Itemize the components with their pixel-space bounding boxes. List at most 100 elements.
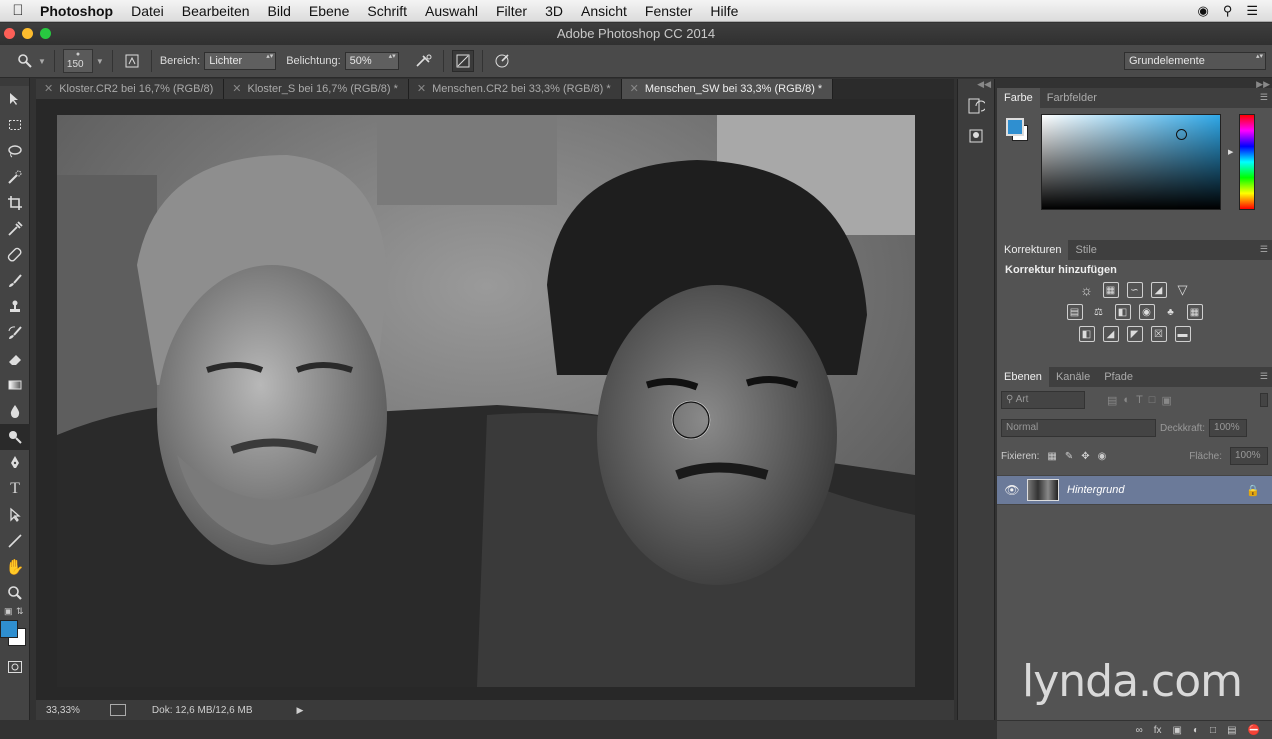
path-selection-tool-icon[interactable] [0,502,30,528]
menu-schrift[interactable]: Schrift [358,3,416,19]
tab-stile[interactable]: Stile [1068,240,1103,260]
photo-filter-icon[interactable]: ◉ [1138,304,1155,320]
new-layer-icon[interactable]: ▤ [1227,725,1236,736]
pen-tool-icon[interactable] [0,450,30,476]
doc-tab-menschen-sw[interactable]: ✕ Menschen_SW bei 33,3% (RGB/8) * [621,79,834,99]
history-brush-tool-icon[interactable] [0,320,30,346]
curves-icon[interactable]: ∽ [1126,282,1143,298]
fill-field[interactable]: 100% [1230,447,1268,465]
notification-list-icon[interactable]: ☰ [1246,3,1258,19]
marquee-tool-icon[interactable] [0,112,30,138]
move-tool-icon[interactable] [0,86,30,112]
lock-transparent-icon[interactable]: ▦ [1047,451,1056,462]
layer-style-icon[interactable]: fx [1154,725,1162,736]
delete-layer-icon[interactable]: ⛔ [1248,725,1260,736]
doc-tab-kloster-s[interactable]: ✕ Kloster_S bei 16,7% (RGB/8) * [224,79,409,99]
spotlight-search-icon[interactable]: ⚲ [1223,3,1233,19]
color-field[interactable] [1041,114,1221,210]
panel-menu-icon[interactable]: ☰ [1260,244,1268,255]
filter-adjustment-icon[interactable]: ◐ [1123,394,1130,406]
swap-colors-icon[interactable]: ⇅ [16,606,24,617]
menu-fenster[interactable]: Fenster [636,3,701,19]
zoom-level[interactable]: 33,33% [46,705,80,716]
doc-tab-menschen-cr2[interactable]: ✕ Menschen.CR2 bei 33,3% (RGB/8) * [408,79,622,99]
zoom-tool-icon[interactable] [0,580,30,606]
eraser-tool-icon[interactable] [0,346,30,372]
brush-panel-toggle-icon[interactable] [121,50,143,72]
lasso-tool-icon[interactable] [0,138,30,164]
document-image[interactable] [57,115,915,687]
filter-smart-object-icon[interactable]: ▣ [1161,394,1171,407]
toolbar-grip[interactable] [0,78,29,86]
hue-saturation-icon[interactable]: ▤ [1066,304,1083,320]
tab-farbe[interactable]: Farbe [997,88,1040,108]
close-tab-icon[interactable]: ✕ [232,83,241,95]
workspace-select[interactable]: Grundelemente [1124,52,1266,70]
filter-pixel-icon[interactable]: ▤ [1107,394,1117,407]
brightness-contrast-icon[interactable]: ☼ [1079,282,1095,298]
brush-tool-icon[interactable] [0,268,30,294]
lock-pixels-icon[interactable]: ✎ [1065,451,1073,462]
color-lookup-icon[interactable]: ▦ [1186,304,1203,320]
eyedropper-tool-icon[interactable] [0,216,30,242]
clone-stamp-tool-icon[interactable] [0,294,30,320]
menu-app[interactable]: Photoshop [36,3,122,19]
share-icon[interactable] [109,704,126,716]
quick-selection-tool-icon[interactable] [0,164,30,190]
exposure-icon[interactable]: ◢ [1150,282,1167,298]
menu-auswahl[interactable]: Auswahl [416,3,487,19]
canvas-workspace[interactable] [36,99,954,700]
layer-filter-select[interactable]: ⚲ Art [1001,391,1085,409]
channel-mixer-icon[interactable]: ♣ [1163,304,1179,320]
blend-mode-select[interactable]: Normal [1001,419,1156,437]
protect-tones-toggle-icon[interactable] [451,50,474,72]
zoom-window-button[interactable] [40,28,51,39]
hand-tool-icon[interactable]: ✋ [0,554,30,580]
crop-tool-icon[interactable] [0,190,30,216]
history-panel-icon[interactable] [958,91,994,121]
close-tab-icon[interactable]: ✕ [44,83,53,95]
gradient-map-icon[interactable]: ▬ [1174,326,1191,342]
layer-mask-icon[interactable]: ▣ [1173,725,1182,736]
menu-hilfe[interactable]: Hilfe [701,3,747,19]
posterize-icon[interactable]: ◢ [1102,326,1119,342]
menu-bild[interactable]: Bild [259,3,300,19]
tab-pfade[interactable]: Pfade [1097,367,1140,387]
opacity-field[interactable]: 100% [1209,419,1248,437]
link-layers-icon[interactable]: ∞ [1136,725,1143,736]
panel-menu-icon[interactable]: ☰ [1260,92,1268,103]
default-colors-icon[interactable]: ▣ [4,606,13,617]
menu-ansicht[interactable]: Ansicht [572,3,636,19]
vibrance-icon[interactable]: ▽ [1175,282,1191,298]
hue-slider[interactable] [1239,114,1255,210]
black-white-icon[interactable]: ◧ [1114,304,1131,320]
tool-presets-panel-icon[interactable] [958,121,994,151]
line-tool-icon[interactable] [0,528,30,554]
levels-icon[interactable]: ▦ [1102,282,1119,298]
creative-cloud-icon[interactable]: ◉ [1197,3,1208,19]
filter-type-icon[interactable]: T [1136,394,1143,406]
brush-size-picker[interactable]: ● 150 [62,49,93,73]
tab-ebenen[interactable]: Ebenen [997,367,1049,387]
range-select[interactable]: Lichter [204,52,277,70]
hue-slider-marker[interactable]: ▶ [1228,148,1233,156]
threshold-icon[interactable]: ◤ [1126,326,1143,342]
doc-tab-kloster-cr2[interactable]: ✕ Kloster.CR2 bei 16,7% (RGB/8) [36,79,225,99]
new-adjustment-layer-icon[interactable]: ◐ [1193,725,1199,736]
layer-visibility-eye-icon[interactable]: 👁 [997,483,1027,497]
minimize-window-button[interactable] [22,28,33,39]
invert-icon[interactable]: ◧ [1078,326,1095,342]
type-tool-icon[interactable]: T [0,476,30,502]
filter-shape-icon[interactable]: □ [1149,394,1156,406]
gradient-tool-icon[interactable] [0,372,30,398]
menu-filter[interactable]: Filter [487,3,536,19]
collapse-strip-icon[interactable]: ◀◀ [958,79,994,91]
panel-menu-icon[interactable]: ☰ [1260,371,1268,382]
lock-all-icon[interactable]: ◉ [1098,451,1107,462]
foreground-color-swatch[interactable] [0,620,18,638]
close-tab-icon[interactable]: ✕ [630,83,639,95]
close-tab-icon[interactable]: ✕ [417,83,426,95]
tab-kanaele[interactable]: Kanäle [1049,367,1097,387]
lock-position-icon[interactable]: ✥ [1081,451,1089,462]
pressure-size-icon[interactable] [491,50,513,72]
